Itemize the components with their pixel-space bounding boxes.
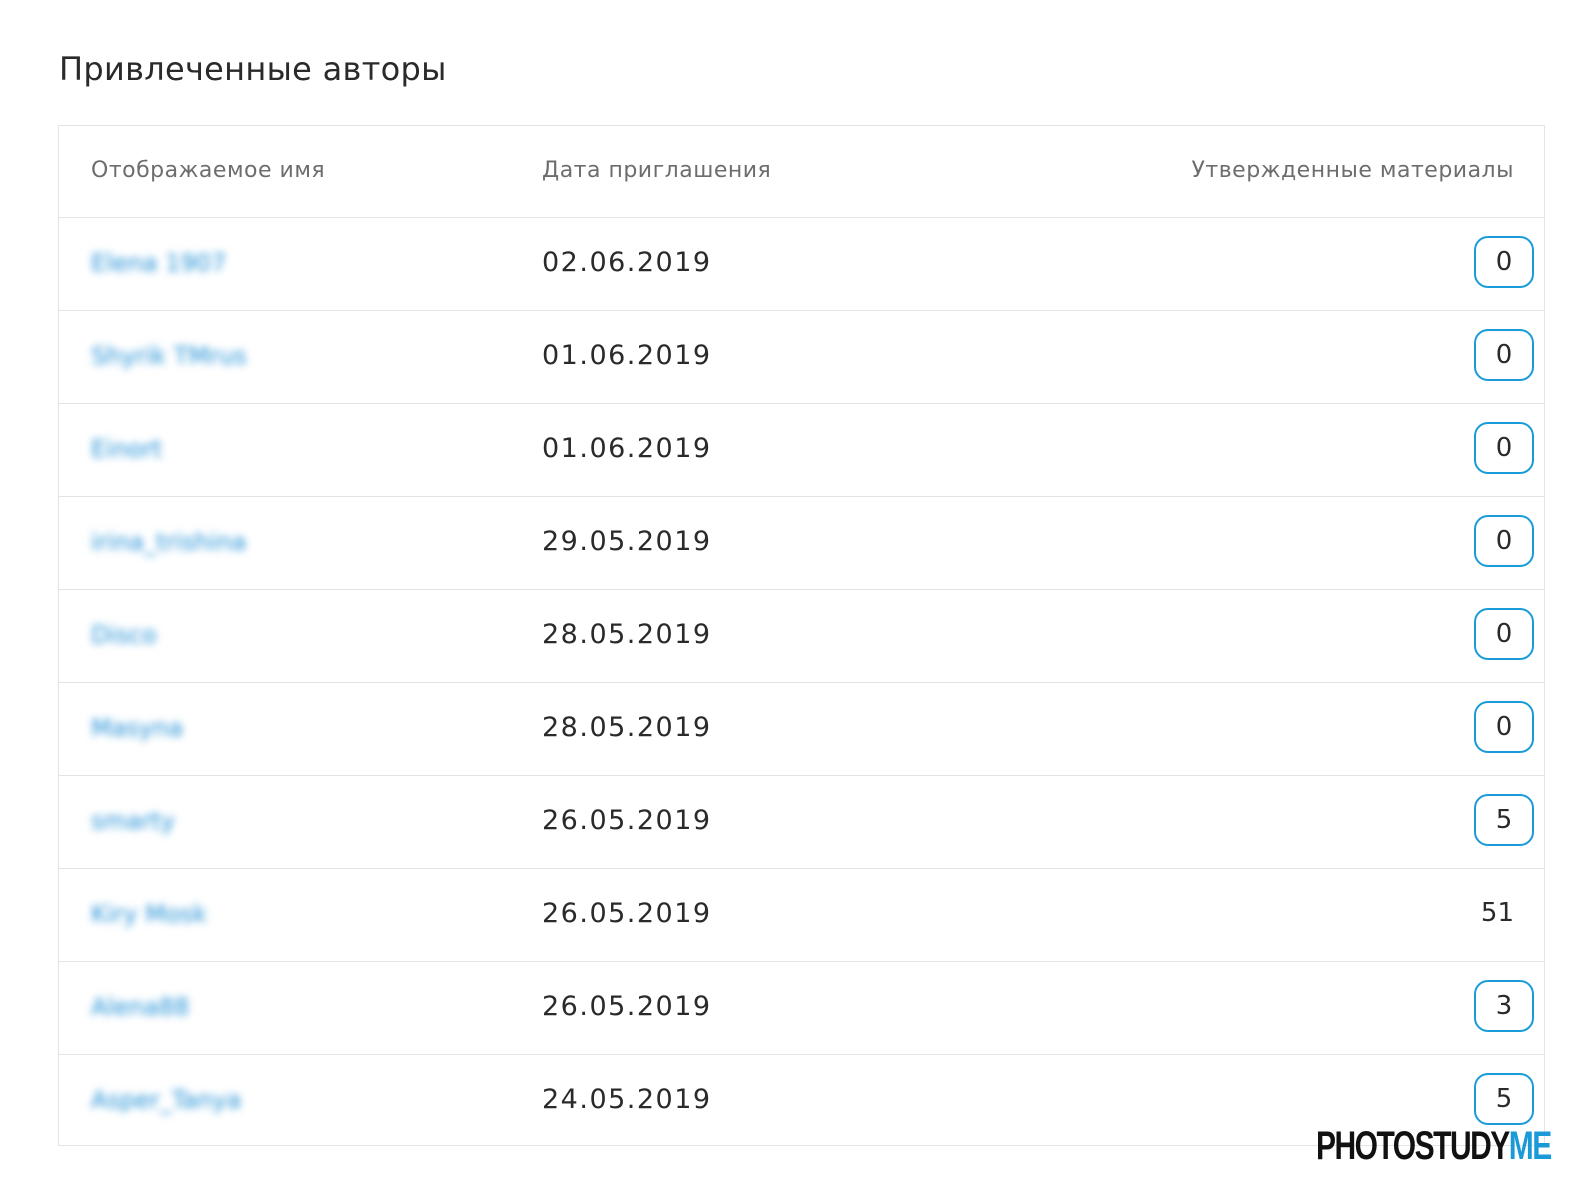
table-row: Masyna 28.05.2019 0 — [59, 683, 1544, 776]
author-name-link[interactable]: irina_trishina — [91, 528, 246, 556]
approved-count-badge[interactable]: 0 — [1474, 515, 1534, 567]
approved-count-badge[interactable]: 3 — [1474, 980, 1534, 1032]
invite-date: 29.05.2019 — [542, 526, 712, 557]
invite-date: 01.06.2019 — [542, 433, 712, 464]
approved-count-badge[interactable]: 0 — [1474, 608, 1534, 660]
approved-count: 51 — [1480, 898, 1514, 928]
authors-table: Отображаемое имя Дата приглашения Утверж… — [58, 125, 1545, 1146]
author-name-link[interactable]: Disco — [91, 621, 157, 649]
invite-date: 24.05.2019 — [542, 1084, 712, 1115]
invite-date: 28.05.2019 — [542, 712, 712, 743]
approved-count-badge[interactable]: 0 — [1474, 329, 1534, 381]
author-name-link[interactable]: Masyna — [91, 714, 183, 742]
approved-count-badge[interactable]: 5 — [1474, 1073, 1534, 1125]
column-header-name[interactable]: Отображаемое имя — [91, 158, 325, 183]
table-row: Disco 28.05.2019 0 — [59, 590, 1544, 683]
table-row: irina_trishina 29.05.2019 0 — [59, 497, 1544, 590]
invite-date: 28.05.2019 — [542, 619, 712, 650]
approved-count-badge[interactable]: 0 — [1474, 236, 1534, 288]
invite-date: 26.05.2019 — [542, 991, 712, 1022]
author-name-link[interactable]: Shyrik TMrus — [91, 342, 247, 370]
table-row: Einort 01.06.2019 0 — [59, 404, 1544, 497]
column-header-date[interactable]: Дата приглашения — [542, 158, 771, 183]
approved-count-badge[interactable]: 0 — [1474, 422, 1534, 474]
page-title: Привлеченные авторы — [59, 50, 447, 88]
table-header: Отображаемое имя Дата приглашения Утверж… — [59, 126, 1544, 218]
invite-date: 02.06.2019 — [542, 247, 712, 278]
watermark-text: PHOTOSTUDY — [1316, 1124, 1510, 1168]
watermark-accent-text: ME — [1508, 1124, 1553, 1168]
table-row: Alena88 26.05.2019 3 — [59, 962, 1544, 1055]
author-name-link[interactable]: Elena 1907 — [91, 249, 226, 277]
author-name-link[interactable]: Kiry Mosk — [91, 900, 207, 928]
author-name-link[interactable]: Asper_Tanya — [91, 1086, 241, 1114]
invite-date: 26.05.2019 — [542, 898, 712, 929]
author-name-link[interactable]: Alena88 — [91, 993, 189, 1021]
author-name-link[interactable]: Einort — [91, 435, 162, 463]
invite-date: 26.05.2019 — [542, 805, 712, 836]
approved-count-badge[interactable]: 0 — [1474, 701, 1534, 753]
author-name-link[interactable]: smarty — [91, 807, 175, 835]
approved-count-badge[interactable]: 5 — [1474, 794, 1534, 846]
table-row: Kiry Mosk 26.05.2019 51 — [59, 869, 1544, 962]
table-row: Shyrik TMrus 01.06.2019 0 — [59, 311, 1544, 404]
table-row: Elena 1907 02.06.2019 0 — [59, 218, 1544, 311]
table-row: smarty 26.05.2019 5 — [59, 776, 1544, 869]
column-header-approved[interactable]: Утвержденные материалы — [1191, 158, 1514, 183]
invite-date: 01.06.2019 — [542, 340, 712, 371]
watermark-logo: PHOTOSTUDYME — [1316, 1124, 1553, 1169]
